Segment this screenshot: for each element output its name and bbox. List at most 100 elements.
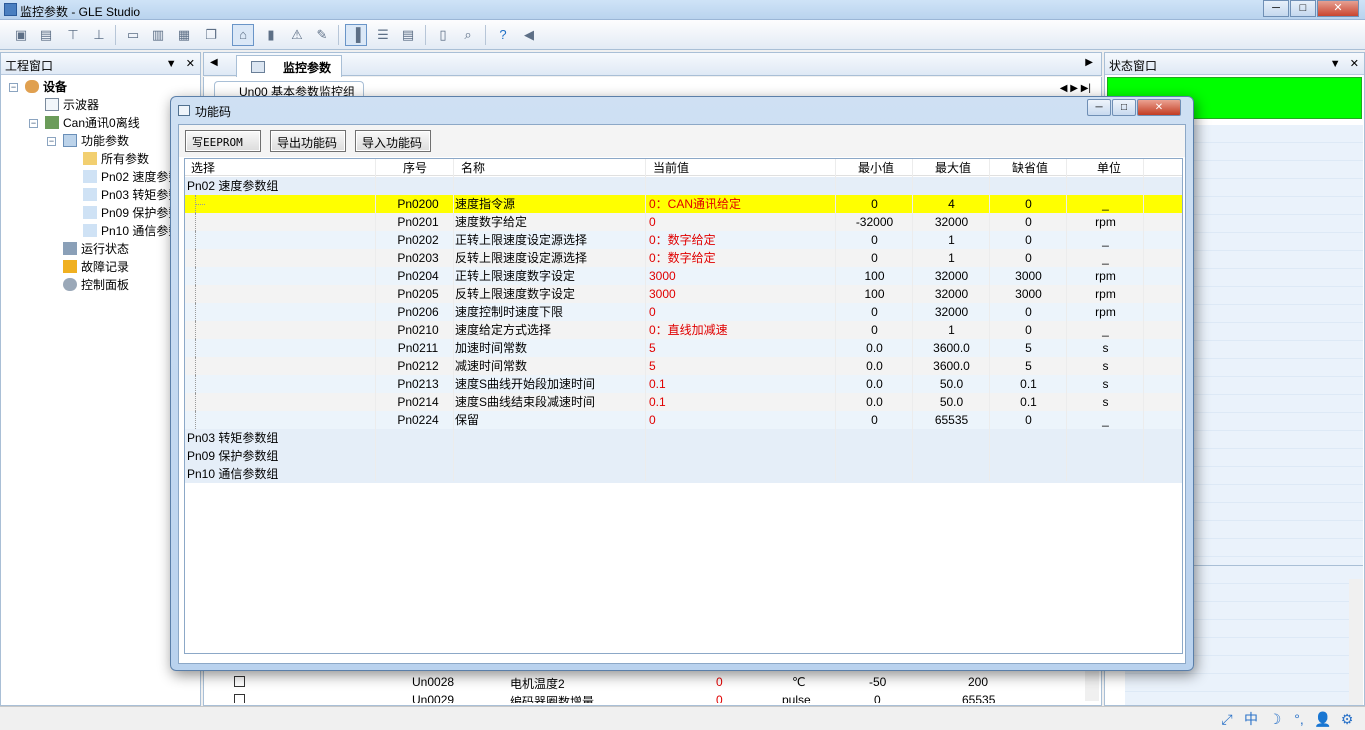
close-icon[interactable]: ✕ (186, 58, 195, 70)
cell-unit: s (1102, 395, 1109, 409)
user-icon[interactable]: 👤 (1311, 710, 1335, 728)
cell-unit: _ (1102, 251, 1109, 265)
dialog-close-button[interactable]: ✕ (1137, 99, 1181, 116)
tray-expand-icon[interactable]: ⤢ (1215, 710, 1239, 728)
dialog-maximize-button[interactable]: □ (1112, 99, 1136, 116)
table-row[interactable]: Pn0203 反转上限速度设定源选择 0：数字给定 0 1 0 _ (185, 249, 1182, 267)
ime-icon[interactable]: 中 (1239, 710, 1263, 728)
tree-item-all-params[interactable]: 所有参数 (83, 150, 149, 168)
column-header-code[interactable]: 序号 (403, 159, 427, 177)
tree-expander[interactable]: − (9, 83, 18, 92)
maximize-button[interactable]: □ (1290, 0, 1316, 17)
cell-value[interactable]: 0 (649, 411, 839, 429)
scrollbar[interactable] (1349, 579, 1363, 705)
cell-value[interactable]: 0：直线加减速 (649, 321, 839, 339)
column-divider (912, 159, 913, 481)
column-header-unit[interactable]: 单位 (1097, 159, 1121, 177)
column-header-min[interactable]: 最小值 (858, 159, 894, 177)
table-row[interactable]: Pn0211 加速时间常数 5 0.0 3600.0 5 s (185, 339, 1182, 357)
cell-value[interactable]: 0 (649, 213, 839, 231)
group-row[interactable]: Pn09 保护参数组 (185, 447, 1182, 465)
close-button[interactable]: ✕ (1317, 0, 1359, 17)
group-row[interactable]: Pn02 速度参数组 (185, 177, 1182, 195)
table-row[interactable]: Pn0201 速度数字给定 0 -32000 32000 0 rpm (185, 213, 1182, 231)
disconnect-icon[interactable]: ⊥ (88, 24, 110, 46)
column-header-default[interactable]: 缺省值 (1012, 159, 1048, 177)
settings-icon[interactable]: ⚙ (1335, 710, 1359, 728)
window-icon[interactable]: ▭ (122, 24, 144, 46)
group-row[interactable]: Pn03 转矩参数组 (185, 429, 1182, 447)
cell-value[interactable]: 0：数字给定 (649, 231, 839, 249)
table-row[interactable]: Pn0212 减速时间常数 5 0.0 3600.0 5 s (185, 357, 1182, 375)
cell-value[interactable]: 0 (649, 303, 839, 321)
row-checkbox[interactable] (234, 694, 245, 703)
cell-value[interactable]: 3000 (649, 267, 839, 285)
tree-expander[interactable]: − (29, 119, 38, 128)
tab-scroll-right-icon[interactable]: ▶ (1085, 57, 1093, 68)
cell-max: 65535 (934, 413, 969, 427)
exit-icon[interactable]: ◀ (518, 24, 540, 46)
tree-item-device[interactable]: 设备 (25, 78, 67, 96)
panel-icon[interactable]: ▯ (432, 24, 454, 46)
cell-value[interactable]: 5 (649, 357, 839, 375)
cell-value[interactable]: 5 (649, 339, 839, 357)
home-icon[interactable]: ⌂ (232, 24, 254, 46)
column-header-select[interactable]: 选择 (191, 159, 215, 177)
tree-item-run-status[interactable]: 运行状态 (63, 240, 129, 258)
list-icon[interactable]: ☰ (372, 24, 394, 46)
device-icon[interactable]: ▮ (260, 24, 282, 46)
cell-value[interactable]: 3000 (649, 285, 839, 303)
table-row[interactable]: Pn0202 正转上限速度设定源选择 0：数字给定 0 1 0 _ (185, 231, 1182, 249)
tree-item-can-comm[interactable]: Can通讯0离线 (45, 114, 140, 132)
tree-item-fault-record[interactable]: 故障记录 (63, 258, 129, 276)
open-icon[interactable]: ▤ (35, 24, 57, 46)
tab-monitor-params[interactable]: 监控参数 (236, 55, 343, 77)
cell-value[interactable]: 0.1 (649, 393, 839, 411)
tree-item-function-params[interactable]: 功能参数 (63, 132, 129, 150)
table-row[interactable]: Pn0205 反转上限速度数字设定 3000 100 32000 3000 rpm (185, 285, 1182, 303)
new-icon[interactable]: ▣ (10, 24, 32, 46)
tab-scroll-left-icon[interactable]: ◀ (210, 57, 218, 68)
table-row[interactable]: Pn0210 速度给定方式选择 0：直线加减速 0 1 0 _ (185, 321, 1182, 339)
subtab-nav[interactable]: ◀ ▶ ▶| (1060, 83, 1091, 94)
table-row[interactable]: Pn0214 速度S曲线结束段减速时间 0.1 0.0 50.0 0.1 s (185, 393, 1182, 411)
cell-value[interactable]: 0：CAN通讯给定 (649, 195, 839, 213)
copy-icon[interactable]: ❐ (200, 24, 222, 46)
zoom-icon[interactable]: ⌕ (457, 24, 479, 46)
chart-icon[interactable]: ▐ (345, 24, 367, 46)
tree-item-control-panel[interactable]: 控制面板 (63, 276, 129, 294)
table-row[interactable]: Pn0206 速度控制时速度下限 0 0 32000 0 rpm (185, 303, 1182, 321)
column-header-max[interactable]: 最大值 (935, 159, 971, 177)
gear-icon (63, 278, 77, 291)
cell-value[interactable]: 0.1 (649, 375, 839, 393)
tree-expander[interactable]: − (47, 137, 56, 146)
table-row[interactable]: Pn0204 正转上限速度数字设定 3000 100 32000 3000 rpm (185, 267, 1182, 285)
minimize-button[interactable]: ─ (1263, 0, 1289, 17)
table-row[interactable]: Pn0224 保留 0 0 65535 0 _ (185, 411, 1182, 429)
help-icon[interactable]: ? (492, 24, 514, 46)
app-icon (4, 3, 17, 16)
row-checkbox[interactable] (234, 676, 245, 687)
dialog-minimize-button[interactable]: ─ (1087, 99, 1111, 116)
table-row[interactable]: Pn0200 速度指令源 0：CAN通讯给定 0 4 0 _ (185, 195, 1182, 213)
group-row[interactable]: Pn10 通信参数组 (185, 465, 1182, 483)
export-icon[interactable]: ▦ (173, 24, 195, 46)
import-function-code-button[interactable]: 导入功能码 (355, 130, 431, 152)
table-row[interactable]: Pn0213 速度S曲线开始段加速时间 0.1 0.0 50.0 0.1 s (185, 375, 1182, 393)
tree-item-oscilloscope[interactable]: 示波器 (45, 96, 99, 114)
tool-icon[interactable]: ✎ (311, 24, 333, 46)
pin-icon[interactable]: ▼ (1330, 58, 1341, 70)
moon-icon[interactable]: ☽ (1263, 710, 1287, 728)
export-function-code-button[interactable]: 导出功能码 (270, 130, 346, 152)
column-header-value[interactable]: 当前值 (653, 159, 689, 177)
cell-value[interactable]: 0：数字给定 (649, 249, 839, 267)
warning-icon[interactable]: ⚠ (286, 24, 308, 46)
pin-icon[interactable]: ▼ (166, 58, 177, 70)
column-header-name[interactable]: 名称 (461, 159, 485, 177)
table-icon[interactable]: ▤ (397, 24, 419, 46)
import-icon[interactable]: ▥ (147, 24, 169, 46)
write-eeprom-button[interactable]: 写EEPROM (185, 130, 261, 152)
dots-icon[interactable]: °, (1287, 710, 1311, 728)
connect-icon[interactable]: ⊤ (62, 24, 84, 46)
close-icon[interactable]: ✕ (1350, 58, 1359, 70)
